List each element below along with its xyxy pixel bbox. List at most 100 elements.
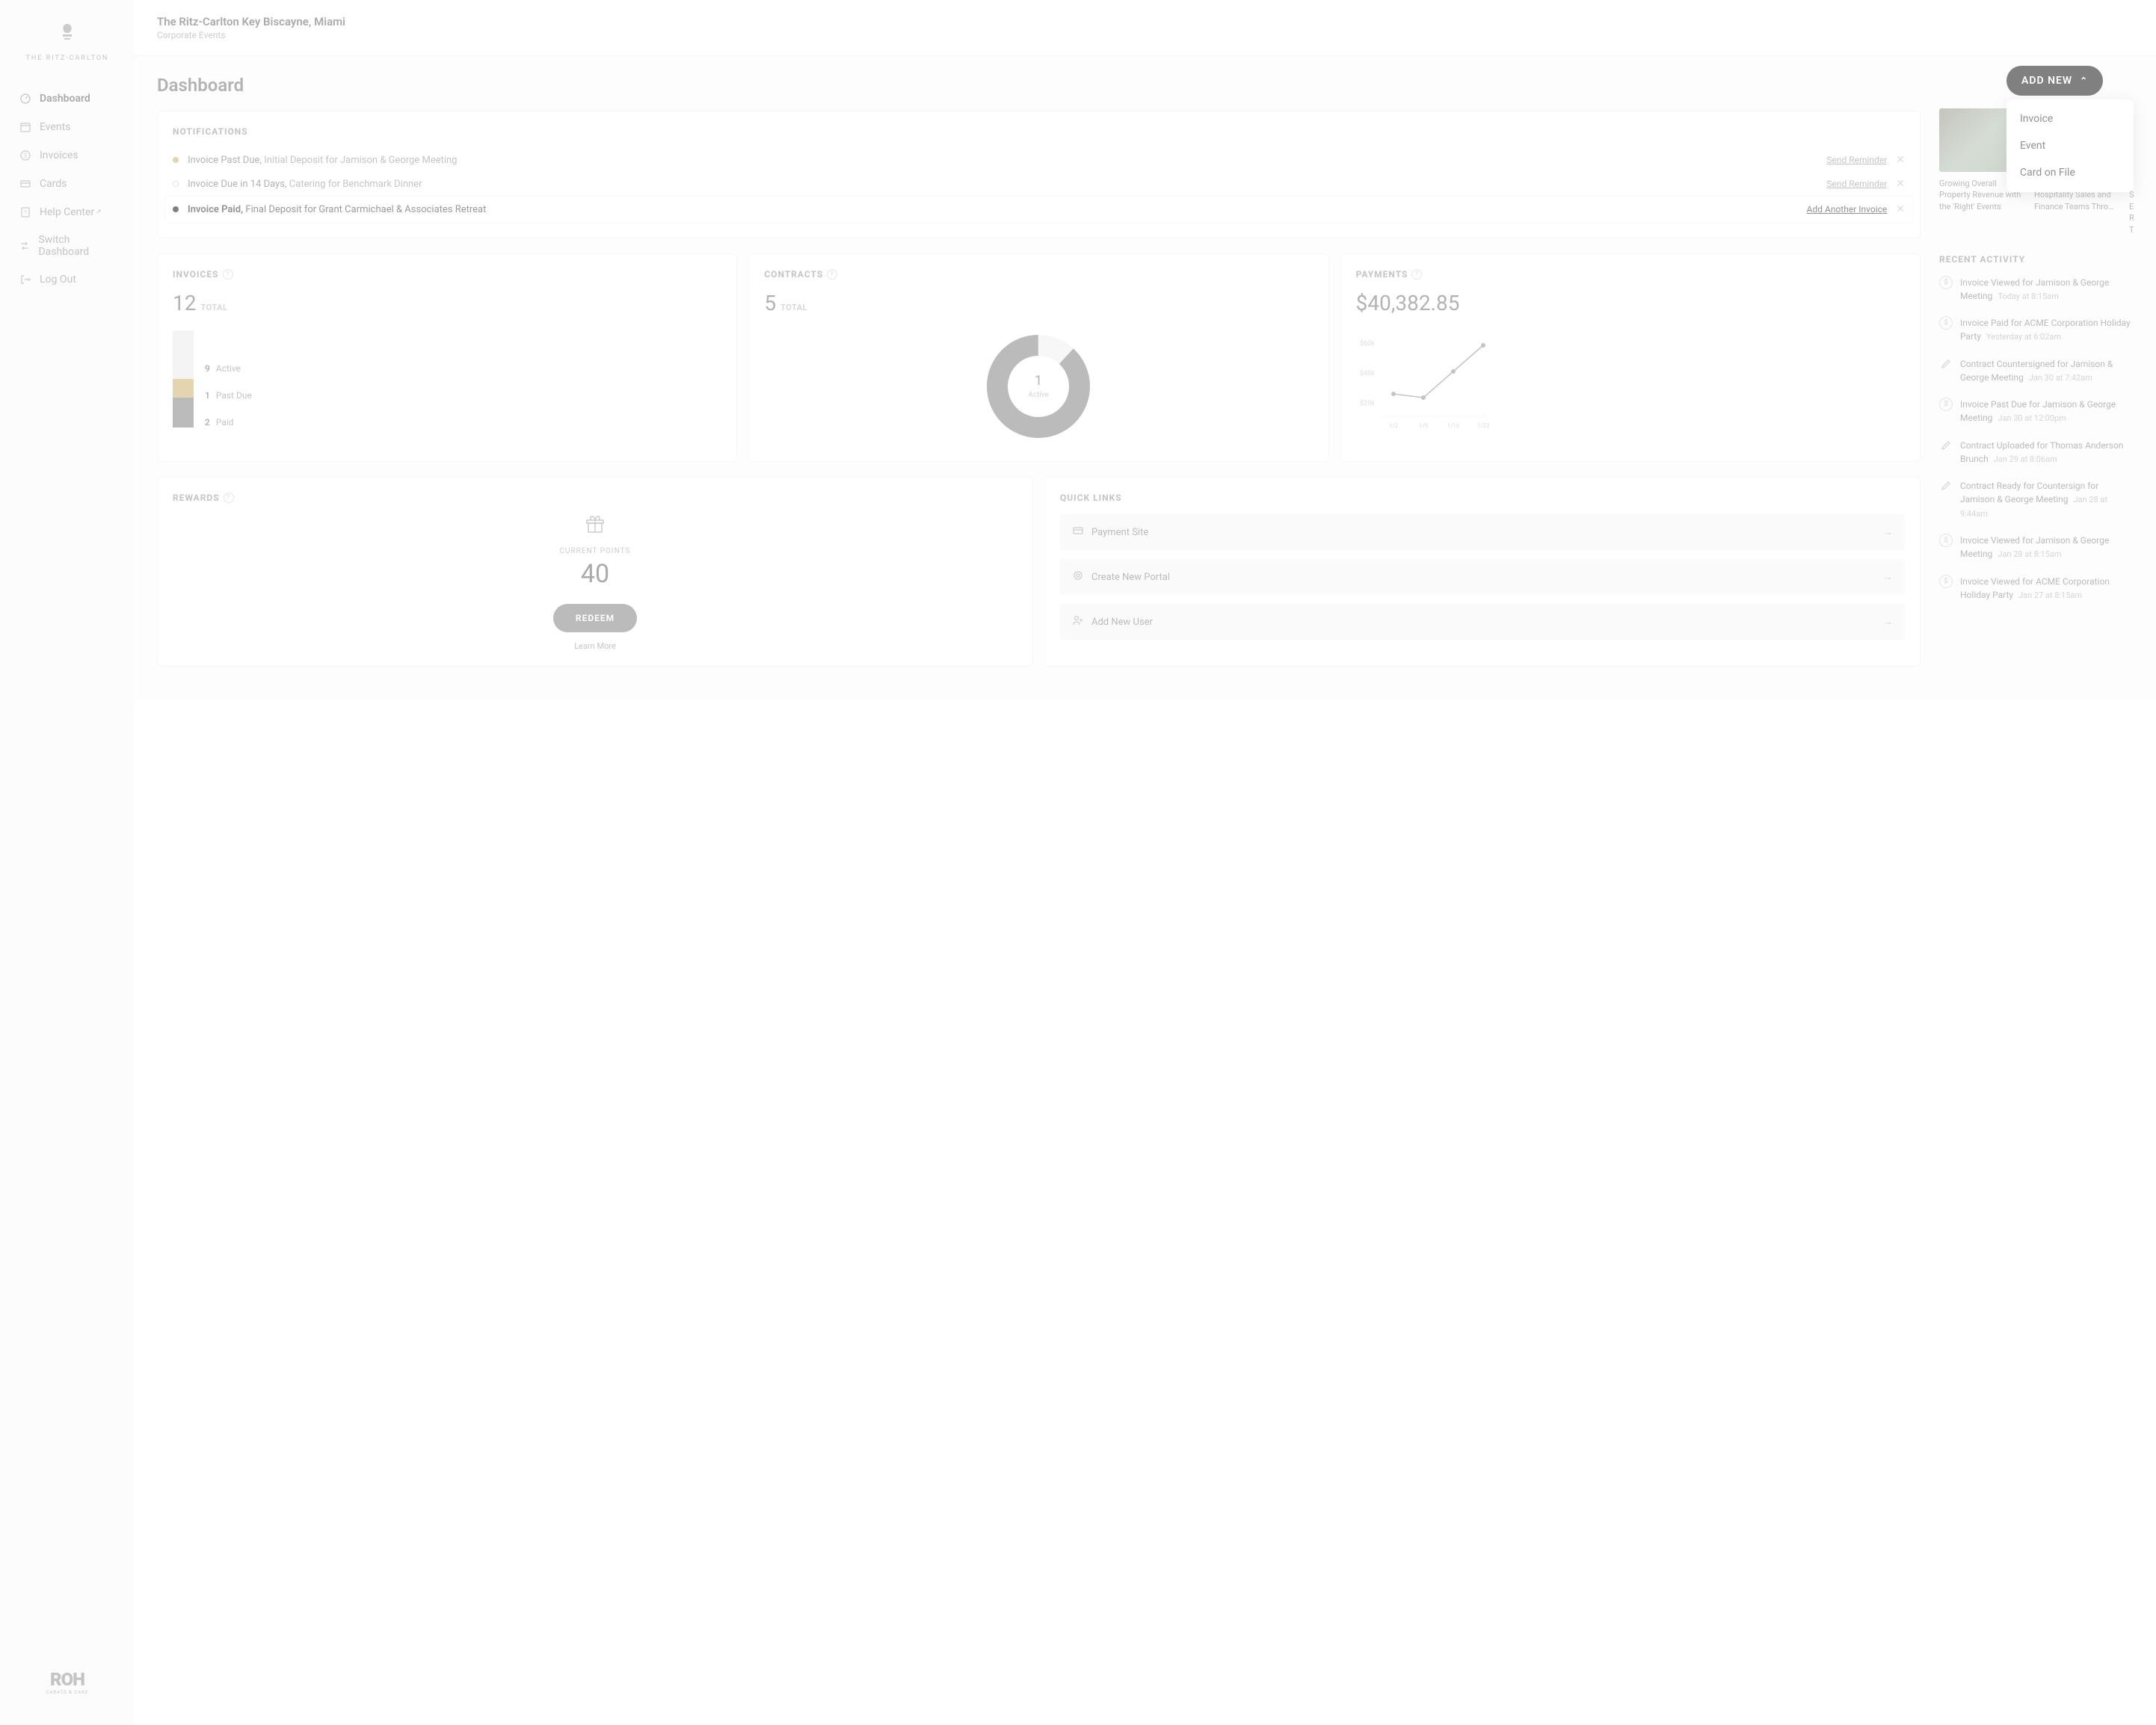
activity-item[interactable]: Contract Uploaded for Thomas Anderson Br… [1939,439,2134,466]
page-title: Dashboard [157,75,1921,96]
nav-list: Dashboard Events $ Invoices Cards ? Help… [0,84,135,294]
dropdown-event[interactable]: Event [2006,132,2134,159]
legend-label: Paid [216,417,234,428]
payments-card: PAYMENTS? $40,382.85 $60k $40k $20k 1/2 [1340,253,1921,462]
bar-pastdue [173,379,194,398]
donut-num: 1 [1035,373,1042,389]
nav-label: Cards [40,178,67,190]
activity-item[interactable]: $Invoice Past Due for Jamison & George M… [1939,398,2134,425]
notifications-card: NOTIFICATIONS Invoice Past Due, Initial … [157,111,1921,238]
dollar-icon: $ [1939,534,1953,547]
brand-name: THE RITZ·CARLTON [15,55,120,62]
activity-text: Invoice Past Due for Jamison & George Me… [1960,398,2134,425]
nav-logout[interactable]: Log Out [11,265,123,294]
user-plus-icon [1072,614,1084,629]
legend-label: Active [216,363,241,374]
add-new-label: ADD NEW [2021,75,2072,87]
activity-text: Contract Uploaded for Thomas Anderson Br… [1960,439,2134,466]
activity-time: Today at 8:15am [1998,291,2059,301]
dropdown-invoice[interactable]: Invoice [2006,105,2134,132]
legend-n: 9 [205,363,210,374]
activity-item[interactable]: $Invoice Viewed for Jamison & George Mee… [1939,276,2134,303]
footer-logo: ROH CARATS & CAKE [0,1654,135,1710]
nav-switch[interactable]: Switch Dashboard [11,226,123,265]
legend-n: 2 [205,417,210,428]
help-icon[interactable]: ? [224,493,234,503]
svg-text:1/16: 1/16 [1447,422,1459,429]
help-icon[interactable]: ? [827,269,837,280]
notif-desc: Catering for Benchmark Dinner [287,179,422,190]
nav-dashboard[interactable]: Dashboard [11,84,123,113]
nav-label: Dashboard [40,93,90,105]
arrow-right-icon: → [1883,616,1893,628]
ql-label: Create New Portal [1091,572,1170,583]
ql-label: Payment Site [1091,527,1148,538]
gauge-icon [19,92,32,105]
notif-title: Invoice Due in 14 Days, [188,179,287,190]
svg-text:?: ? [24,209,27,216]
redeem-button[interactable]: REDEEM [553,604,637,632]
close-icon[interactable]: ✕ [1896,178,1905,190]
external-icon: ↗ [96,209,102,216]
activity-item[interactable]: $Invoice Paid for ACME Corporation Holid… [1939,316,2134,344]
add-new-button[interactable]: ADD NEW ⌃ [2006,66,2103,96]
help-icon[interactable]: ? [1411,269,1422,280]
activity-item[interactable]: Contract Countersigned for Jamison & Geo… [1939,357,2134,385]
donut-label: Active [1029,391,1050,399]
send-reminder-link[interactable]: Send Reminder [1826,155,1887,165]
notification-row: Invoice Past Due, Initial Deposit for Ja… [173,148,1905,172]
close-icon[interactable]: ✕ [1896,154,1905,166]
chevron-up-icon: ⌃ [2080,75,2088,86]
add-invoice-link[interactable]: Add Another Invoice [1807,204,1888,215]
add-new-wrapper: ADD NEW ⌃ Invoice Event Card on File [2006,66,2134,192]
svg-text:1/23: 1/23 [1476,422,1489,429]
svg-text:1/9: 1/9 [1419,422,1428,429]
quicklinks-card: QUICK LINKS Payment Site → Create New Po… [1044,477,1921,667]
contracts-total-label: TOTAL [780,303,807,312]
status-dot-icon [173,181,179,187]
activity-text: Invoice Viewed for ACME Corporation Holi… [1960,575,2134,602]
ql-create-portal[interactable]: Create New Portal → [1060,559,1905,595]
arrow-right-icon: → [1883,571,1893,583]
header-subtitle: Corporate Events [157,30,2134,40]
contracts-donut: 1 Active [764,327,1313,446]
nav-invoices[interactable]: $ Invoices [11,141,123,170]
status-dot-icon [173,206,179,212]
page-header: The Ritz-Carlton Key Biscayne, Miami Cor… [135,0,2156,56]
activity-text: Invoice Viewed for Jamison & George Meet… [1960,276,2134,303]
nav-events[interactable]: Events [11,113,123,141]
notif-title: Invoice Paid, [188,204,243,215]
help-icon[interactable]: ? [223,269,233,280]
ql-add-user[interactable]: Add New User → [1060,604,1905,640]
pen-icon [1939,479,1953,493]
portal-icon [1072,570,1084,584]
legend-label: Past Due [216,390,252,401]
quicklinks-title: QUICK LINKS [1060,493,1905,503]
status-dot-icon [173,157,179,163]
activity-item[interactable]: $Invoice Viewed for ACME Corporation Hol… [1939,575,2134,602]
activity-item[interactable]: Contract Ready for Countersign for Jamis… [1939,479,2134,520]
notif-desc: Final Deposit for Grant Carmichael & Ass… [243,204,486,215]
logout-icon [19,273,32,286]
card-icon [19,177,32,191]
nav-cards[interactable]: Cards [11,170,123,198]
learn-more-link[interactable]: Learn More [173,641,1017,651]
switch-icon [19,239,31,253]
activity-time: Jan 30 at 7:42am [2029,373,2092,383]
payments-amount: $40,382.85 [1356,291,1905,315]
svg-text:$20k: $20k [1360,399,1375,407]
svg-text:$60k: $60k [1360,339,1375,348]
card-icon [1072,525,1084,540]
dropdown-card[interactable]: Card on File [2006,159,2134,186]
notifications-title: NOTIFICATIONS [173,126,1905,137]
send-reminder-link[interactable]: Send Reminder [1826,179,1887,189]
sidebar: THE RITZ·CARLTON Dashboard Events $ Invo… [0,0,135,1725]
nav-label: Invoices [40,149,78,161]
nav-help[interactable]: ? Help Center↗ [11,198,123,226]
ql-payment-site[interactable]: Payment Site → [1060,514,1905,550]
payments-line-chart: $60k $40k $20k 1/2 1/9 1/16 1/23 [1356,323,1905,438]
pen-icon [1939,357,1953,371]
roh-text: ROH [15,1669,120,1690]
activity-item[interactable]: $Invoice Viewed for Jamison & George Mee… [1939,534,2134,561]
close-icon[interactable]: ✕ [1896,203,1905,215]
